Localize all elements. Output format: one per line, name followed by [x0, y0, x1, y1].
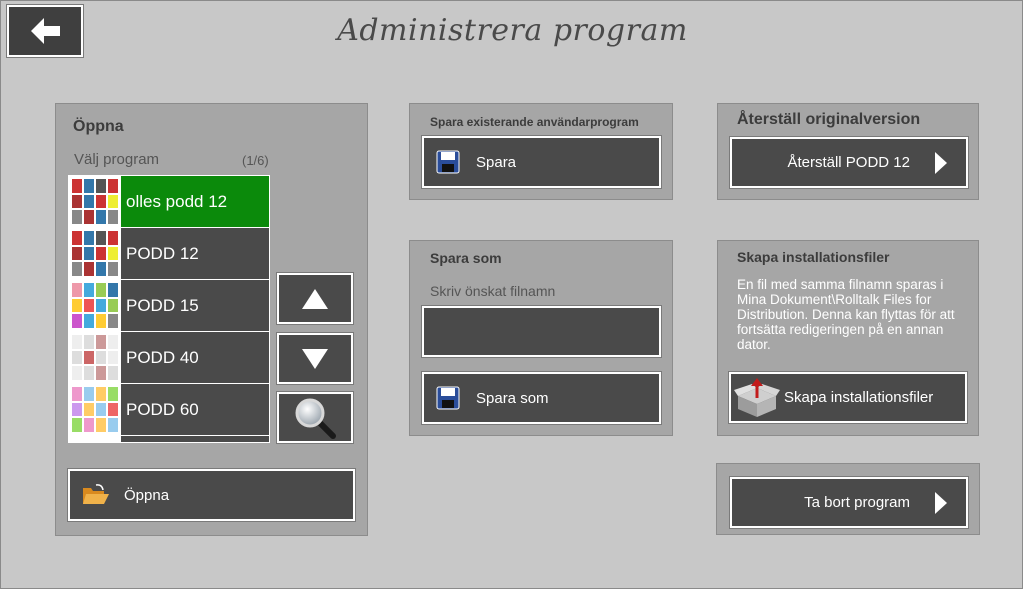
- list-item[interactable]: PODD 12: [69, 228, 269, 280]
- create-install-files-button[interactable]: Skapa installationsfiler: [729, 372, 967, 423]
- program-count: (1/6): [242, 153, 269, 168]
- list-item-label: PODD 60: [126, 399, 199, 419]
- save-button[interactable]: Spara: [422, 136, 661, 188]
- magnifier-icon: [295, 398, 336, 439]
- save-button-label: Spara: [476, 153, 517, 171]
- page-title: Administrera program: [337, 13, 688, 48]
- open-button[interactable]: Öppna: [68, 469, 355, 521]
- floppy-disk-icon: [436, 150, 460, 174]
- filename-input[interactable]: [422, 306, 661, 357]
- save-as-button[interactable]: Spara som: [422, 372, 661, 424]
- program-thumbnail: [69, 436, 121, 442]
- preview-button[interactable]: [277, 392, 353, 443]
- program-list[interactable]: olles podd 12 PODD 12 PODD 15 PODD 40 PO…: [68, 175, 270, 443]
- chevron-right-icon: [935, 151, 947, 174]
- install-files-description: En fil med samma filnamn sparas i Mina D…: [737, 277, 955, 352]
- program-thumbnail: [69, 332, 121, 383]
- scroll-up-button[interactable]: [277, 273, 353, 324]
- open-panel-title: Öppna: [73, 118, 124, 135]
- delete-program-label: Ta bort program: [804, 494, 910, 511]
- restore-title: Återställ originalversion: [737, 111, 921, 128]
- save-as-button-label: Spara som: [476, 389, 549, 407]
- list-item[interactable]: [69, 436, 269, 442]
- list-item[interactable]: olles podd 12: [69, 176, 269, 228]
- admin-window: Administrera program Öppna Välj program …: [0, 0, 1023, 589]
- floppy-disk-icon: [436, 386, 460, 410]
- restore-panel: Återställ originalversion Återställ PODD…: [717, 103, 979, 200]
- triangle-up-icon: [302, 288, 328, 309]
- create-install-files-label: Skapa installationsfiler: [784, 389, 934, 406]
- save-as-panel: Spara som Skriv önskat filnamn Spara som: [409, 240, 673, 436]
- restore-button-label: Återställ PODD 12: [787, 154, 910, 171]
- package-export-icon: [734, 377, 780, 417]
- install-files-title: Skapa installationsfiler: [737, 249, 890, 265]
- program-thumbnail: [69, 280, 121, 331]
- list-item-label: PODD 15: [126, 295, 199, 315]
- delete-program-button[interactable]: Ta bort program: [730, 477, 968, 528]
- open-button-label: Öppna: [124, 486, 170, 504]
- open-folder-icon: [83, 484, 109, 504]
- program-thumbnail: [69, 384, 121, 435]
- program-thumbnail: [69, 176, 121, 227]
- list-item[interactable]: PODD 60: [69, 384, 269, 436]
- choose-program-label: Välj program: [74, 151, 160, 168]
- save-existing-title: Spara existerande användarprogram: [430, 115, 639, 129]
- list-item-label: PODD 12: [126, 243, 199, 263]
- save-existing-panel: Spara existerande användarprogram Spara: [409, 103, 673, 200]
- program-thumbnail: [69, 228, 121, 279]
- install-files-panel: Skapa installationsfiler En fil med samm…: [717, 240, 979, 436]
- list-item[interactable]: PODD 15: [69, 280, 269, 332]
- restore-button[interactable]: Återställ PODD 12: [730, 137, 968, 188]
- delete-panel: Ta bort program: [716, 463, 980, 535]
- list-item-label: PODD 40: [126, 347, 199, 367]
- filename-label: Skriv önskat filnamn: [430, 283, 556, 299]
- chevron-right-icon: [935, 491, 947, 514]
- list-item-label: olles podd 12: [126, 191, 228, 211]
- list-item[interactable]: PODD 40: [69, 332, 269, 384]
- triangle-down-icon: [302, 348, 328, 369]
- scroll-down-button[interactable]: [277, 333, 353, 384]
- open-panel: Öppna Välj program (1/6) olles podd 12 P…: [55, 103, 368, 536]
- save-as-title: Spara som: [430, 250, 502, 266]
